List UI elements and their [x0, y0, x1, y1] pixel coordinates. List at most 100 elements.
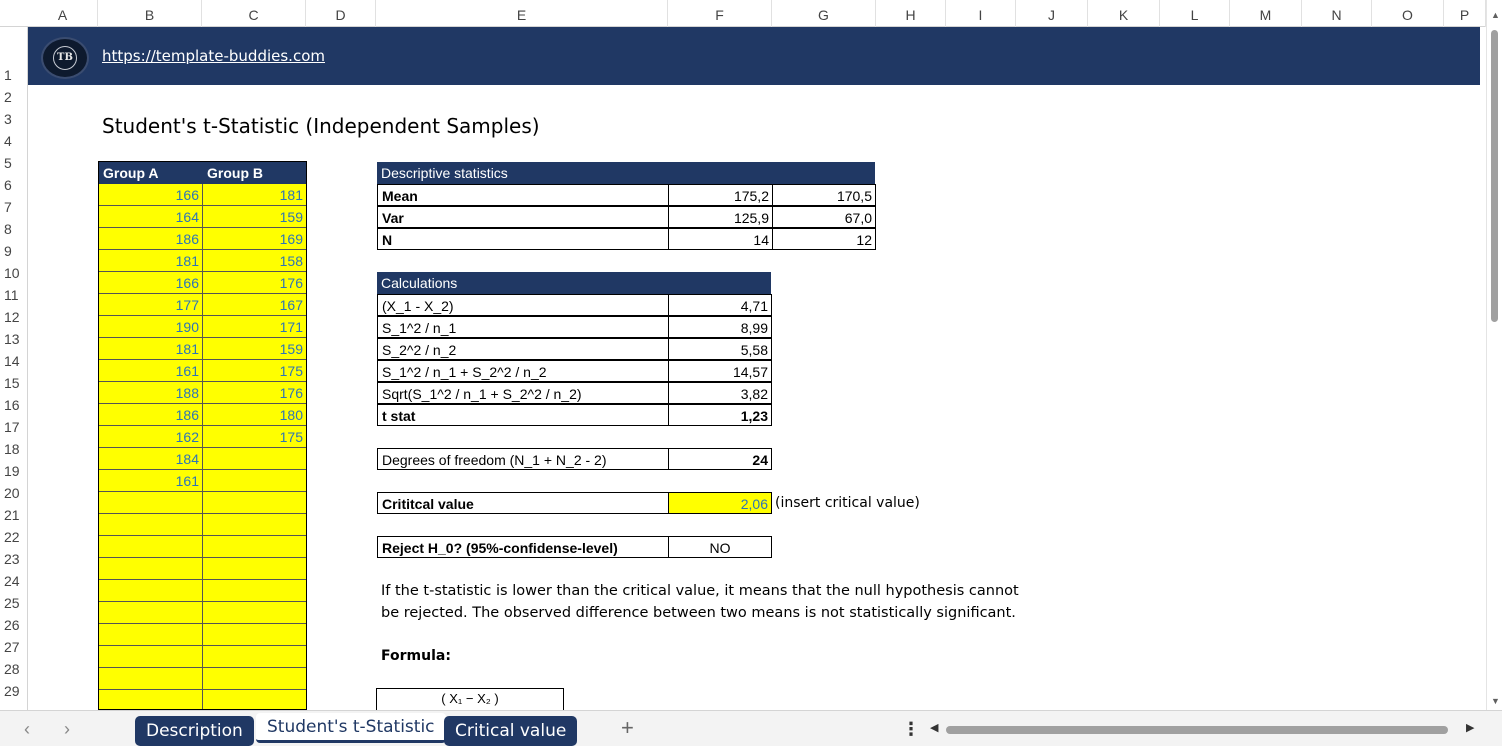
calculation-row-value[interactable]: 8,99: [668, 316, 772, 338]
calculation-row-value[interactable]: 5,58: [668, 338, 772, 360]
group-a-cell[interactable]: 164: [99, 206, 203, 228]
website-link[interactable]: https://template-buddies.com: [102, 47, 325, 65]
group-b-cell[interactable]: 175: [203, 360, 306, 382]
group-b-cell[interactable]: 181: [203, 184, 306, 206]
group-a-cell[interactable]: [99, 558, 203, 580]
row-header-14[interactable]: 14: [0, 351, 27, 371]
scroll-down-icon[interactable]: ▼: [1491, 696, 1500, 706]
column-header-n[interactable]: N: [1302, 0, 1372, 27]
column-header-a[interactable]: A: [28, 0, 98, 27]
reject-value[interactable]: NO: [668, 536, 772, 558]
descriptive-group-b-value[interactable]: 170,5: [772, 184, 876, 206]
descriptive-group-a-value[interactable]: 14: [668, 228, 773, 250]
column-header-p[interactable]: P: [1444, 0, 1486, 27]
group-b-cell[interactable]: 169: [203, 228, 306, 250]
group-a-cell[interactable]: 161: [99, 470, 203, 492]
scroll-left-icon[interactable]: ◀: [930, 721, 938, 734]
group-b-cell[interactable]: 176: [203, 272, 306, 294]
group-a-cell[interactable]: 162: [99, 426, 203, 448]
group-a-cell[interactable]: 188: [99, 382, 203, 404]
critical-value-input[interactable]: 2,06: [668, 492, 772, 514]
row-header-27[interactable]: 27: [0, 637, 27, 657]
column-header-j[interactable]: J: [1016, 0, 1088, 27]
group-a-cell[interactable]: [99, 624, 203, 646]
group-b-cell[interactable]: 180: [203, 404, 306, 426]
group-b-cell[interactable]: [203, 646, 306, 668]
group-b-cell[interactable]: [203, 470, 306, 492]
group-b-cell[interactable]: [203, 448, 306, 470]
prev-sheet-icon[interactable]: ‹: [24, 719, 30, 740]
group-a-cell[interactable]: 184: [99, 448, 203, 470]
row-header-12[interactable]: 12: [0, 307, 27, 327]
column-header-g[interactable]: G: [772, 0, 876, 27]
column-header-m[interactable]: M: [1230, 0, 1302, 27]
row-header-5[interactable]: 5: [0, 153, 27, 173]
row-header-13[interactable]: 13: [0, 329, 27, 349]
group-b-cell[interactable]: 159: [203, 206, 306, 228]
group-a-cell[interactable]: 166: [99, 272, 203, 294]
column-header-k[interactable]: K: [1088, 0, 1160, 27]
row-header-3[interactable]: 3: [0, 109, 27, 129]
add-sheet-icon[interactable]: +: [621, 715, 634, 741]
group-a-cell[interactable]: 177: [99, 294, 203, 316]
group-b-cell[interactable]: 171: [203, 316, 306, 338]
group-a-cell[interactable]: 190: [99, 316, 203, 338]
group-a-cell[interactable]: [99, 602, 203, 624]
group-a-cell[interactable]: [99, 668, 203, 690]
row-header-1[interactable]: 1: [0, 65, 27, 85]
column-header-i[interactable]: I: [946, 0, 1016, 27]
dof-value[interactable]: 24: [668, 448, 772, 470]
group-b-cell[interactable]: [203, 514, 306, 536]
row-header-17[interactable]: 17: [0, 417, 27, 437]
group-b-cell[interactable]: [203, 492, 306, 514]
group-a-cell[interactable]: 186: [99, 404, 203, 426]
tab-critical-value[interactable]: Critical value: [444, 716, 578, 746]
column-header-o[interactable]: O: [1372, 0, 1444, 27]
group-b-cell[interactable]: 175: [203, 426, 306, 448]
group-a-cell[interactable]: [99, 514, 203, 536]
group-a-cell[interactable]: 181: [99, 250, 203, 272]
group-a-cell[interactable]: [99, 536, 203, 558]
group-a-cell[interactable]: [99, 646, 203, 668]
tab-students-t-statistic[interactable]: Student's t-Statistic: [256, 713, 446, 743]
row-header-4[interactable]: 4: [0, 131, 27, 151]
scroll-up-icon[interactable]: ▲: [1491, 10, 1500, 20]
vertical-scroll-thumb[interactable]: [1491, 30, 1498, 322]
row-header-19[interactable]: 19: [0, 461, 27, 481]
group-b-cell[interactable]: [203, 624, 306, 646]
column-header-b[interactable]: B: [98, 0, 202, 27]
row-header-21[interactable]: 21: [0, 505, 27, 525]
row-header-29[interactable]: 29: [0, 681, 27, 701]
row-header-25[interactable]: 25: [0, 593, 27, 613]
vertical-scrollbar[interactable]: ▲ ▼: [1486, 0, 1502, 710]
horizontal-scroll-thumb[interactable]: [946, 726, 1448, 734]
row-header-20[interactable]: 20: [0, 483, 27, 503]
descriptive-group-b-value[interactable]: 67,0: [772, 206, 876, 228]
column-header-h[interactable]: H: [876, 0, 946, 27]
row-header-16[interactable]: 16: [0, 395, 27, 415]
more-options-icon[interactable]: ⋮: [902, 719, 920, 740]
t-stat-value[interactable]: 1,23: [668, 404, 772, 426]
row-header-26[interactable]: 26: [0, 615, 27, 635]
row-header-24[interactable]: 24: [0, 571, 27, 591]
calculation-row-value[interactable]: 14,57: [668, 360, 772, 382]
column-header-c[interactable]: C: [202, 0, 306, 27]
descriptive-group-b-value[interactable]: 12: [772, 228, 876, 250]
column-header-f[interactable]: F: [668, 0, 772, 27]
group-a-cell[interactable]: [99, 580, 203, 602]
row-header-28[interactable]: 28: [0, 659, 27, 679]
row-header-8[interactable]: 8: [0, 219, 27, 239]
group-b-cell[interactable]: 176: [203, 382, 306, 404]
tab-description[interactable]: Description: [135, 716, 254, 746]
group-b-cell[interactable]: [203, 536, 306, 558]
group-a-cell[interactable]: 181: [99, 338, 203, 360]
row-header-18[interactable]: 18: [0, 439, 27, 459]
group-b-cell[interactable]: [203, 602, 306, 624]
group-b-cell[interactable]: 158: [203, 250, 306, 272]
group-b-cell[interactable]: 167: [203, 294, 306, 316]
row-header-22[interactable]: 22: [0, 527, 27, 547]
horizontal-scrollbar[interactable]: ◀ ▶: [930, 721, 1478, 737]
group-a-cell[interactable]: 161: [99, 360, 203, 382]
group-b-cell[interactable]: 159: [203, 338, 306, 360]
calculation-row-value[interactable]: 3,82: [668, 382, 772, 404]
